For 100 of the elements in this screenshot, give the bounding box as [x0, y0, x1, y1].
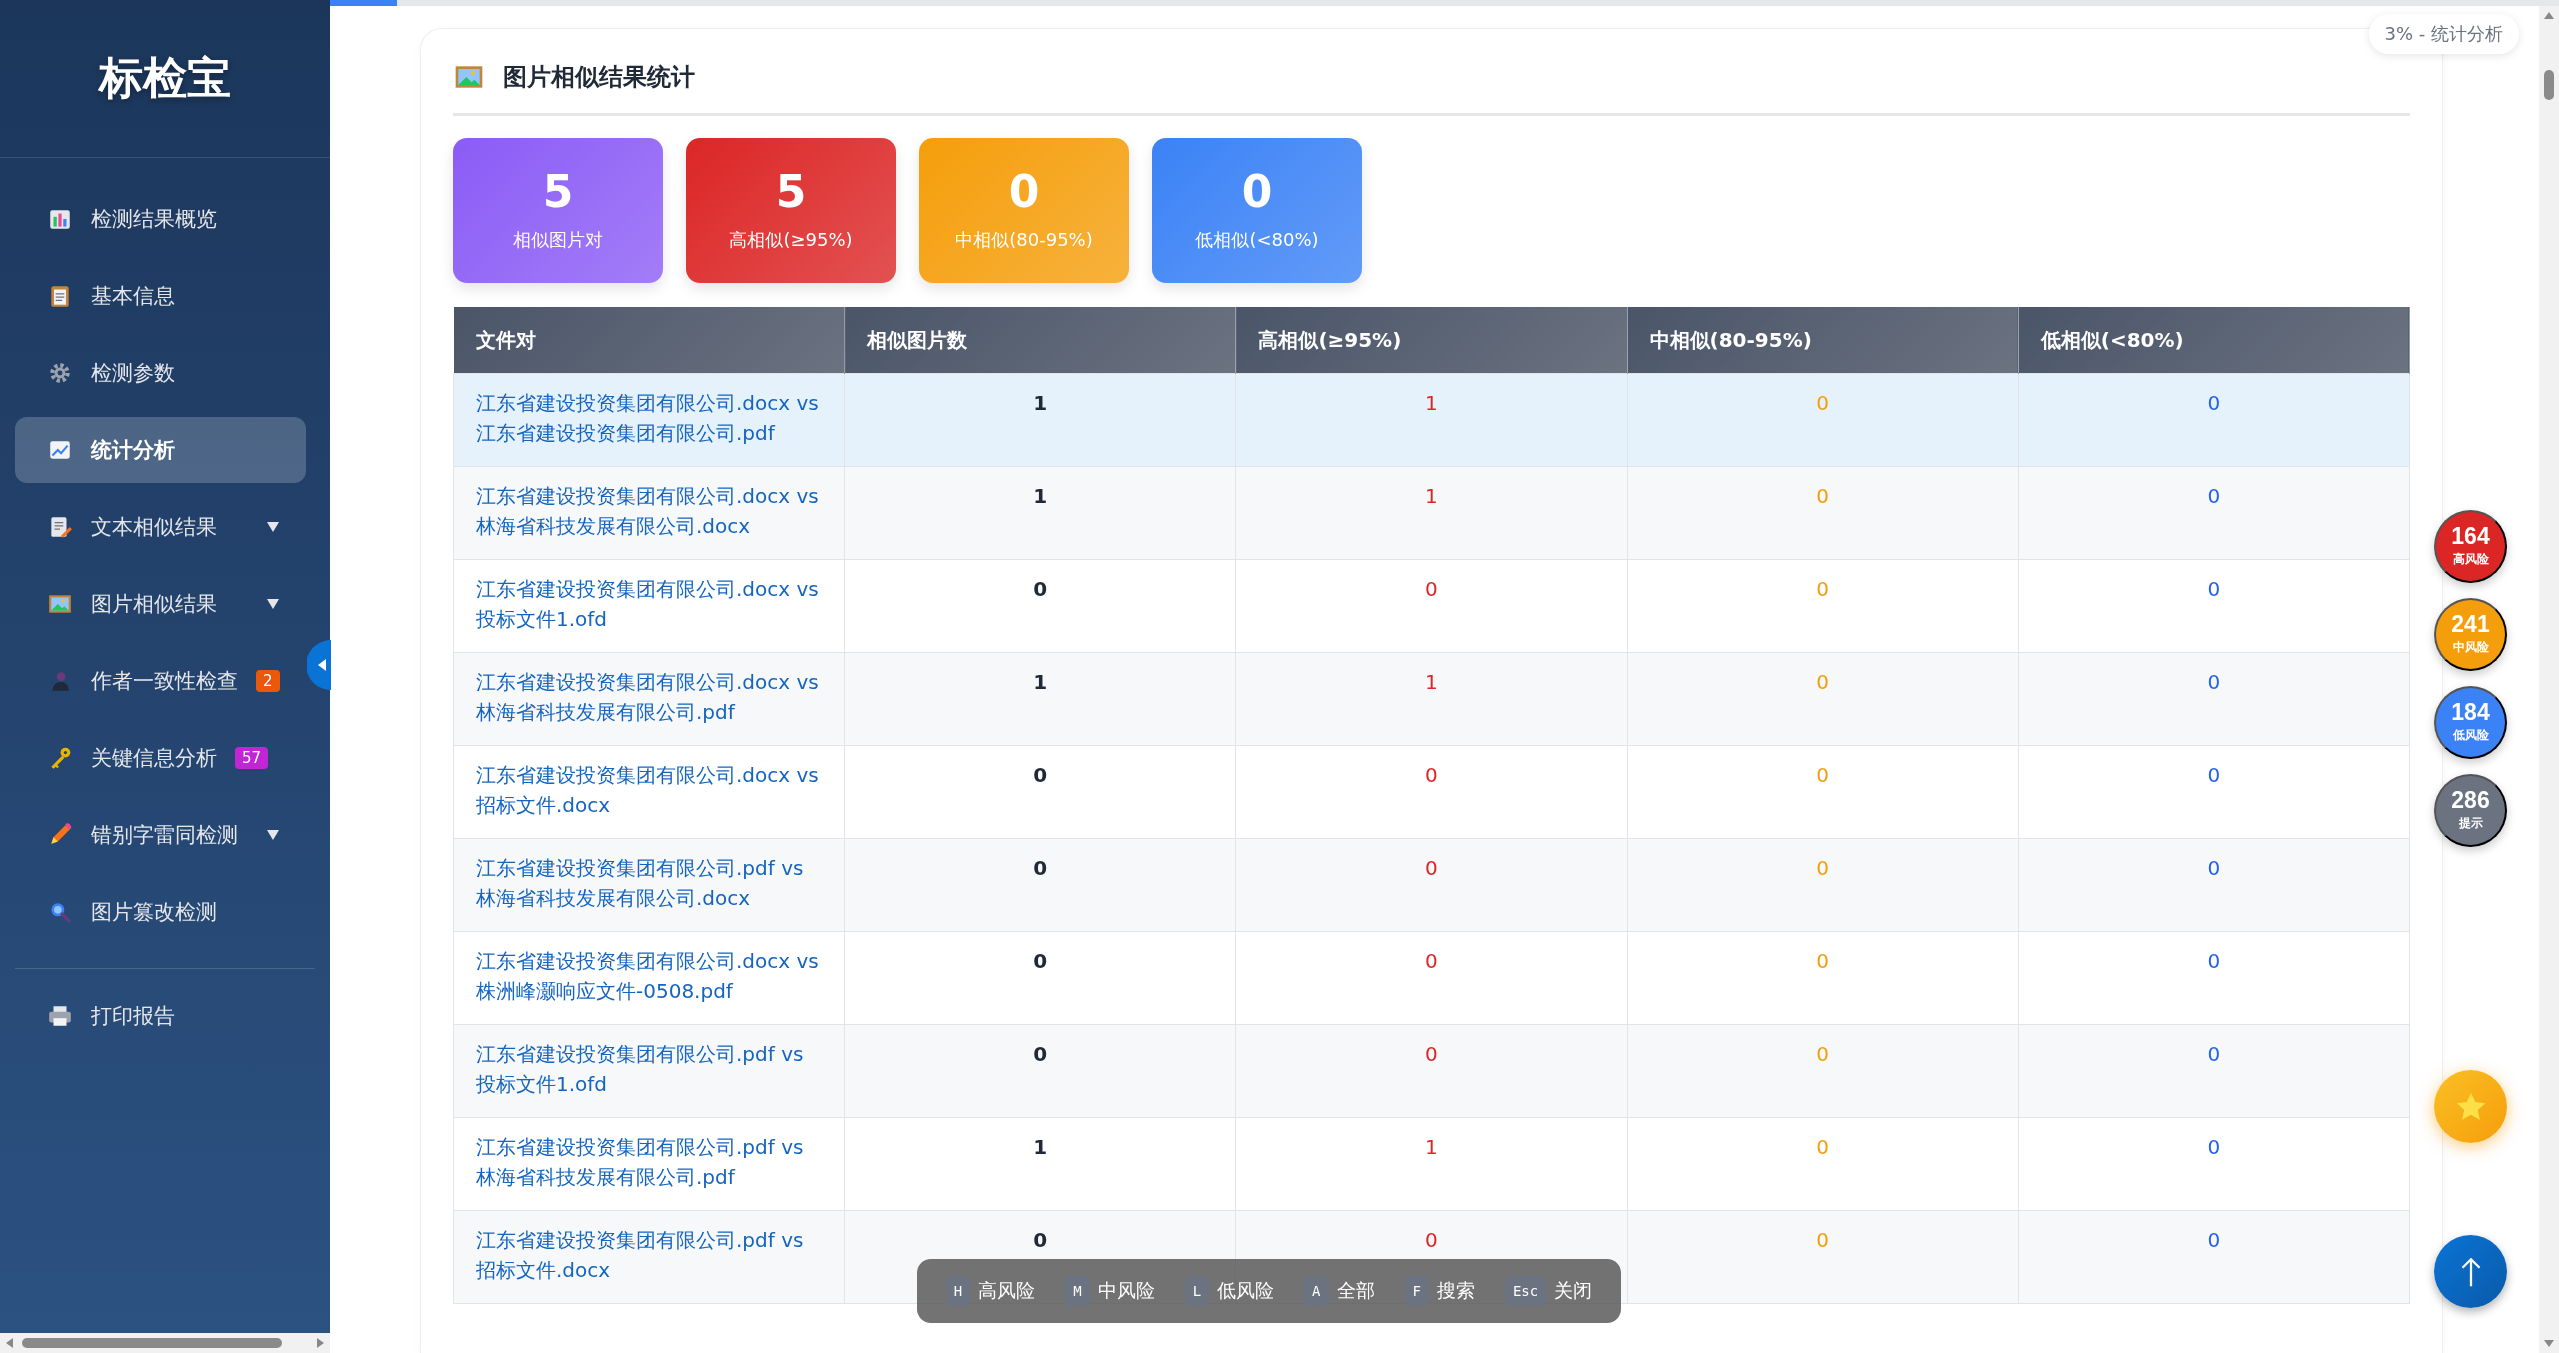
sidebar-item-label: 关键信息分析: [91, 745, 217, 772]
table-cell: 0: [2018, 745, 2410, 839]
sidebar-item[interactable]: 打印报告: [15, 983, 306, 1049]
table-cell: 1: [1235, 652, 1628, 746]
file-pair-link[interactable]: 江东省建设投资集团有限公司.pdf vs 招标文件.docx: [453, 1210, 845, 1304]
file-pair-link[interactable]: 江东省建设投资集团有限公司.pdf vs 林海省科技发展有限公司.pdf: [453, 1117, 845, 1211]
table-cell: 1: [1235, 466, 1628, 560]
sidebar-item[interactable]: 检测结果概览: [15, 186, 306, 252]
sidebar-item-label: 图片篡改检测: [91, 899, 217, 926]
scroll-top-button[interactable]: [2434, 1235, 2507, 1308]
table-cell: 0: [1235, 745, 1628, 839]
shortcut-key: M: [1065, 1276, 1090, 1306]
horizontal-scrollbar[interactable]: [0, 1333, 330, 1353]
file-pair-link[interactable]: 江东省建设投资集团有限公司.docx vs 江东省建设投资集团有限公司.pdf: [453, 373, 845, 467]
column-header: 低相似(<80%): [2018, 307, 2410, 374]
table-cell: 0: [2018, 1024, 2410, 1118]
table-cell: 1: [844, 373, 1236, 467]
shortcut-label: 中风险: [1097, 1278, 1155, 1303]
sidebar-item[interactable]: 检测参数: [15, 340, 306, 406]
favorite-button[interactable]: [2434, 1070, 2507, 1143]
table-cell: 0: [1627, 652, 2019, 746]
table-cell: 0: [2018, 838, 2410, 932]
table-cell: 0: [844, 745, 1236, 839]
scroll-left-arrow-icon[interactable]: [4, 1337, 16, 1349]
scroll-right-arrow-icon[interactable]: [314, 1337, 326, 1349]
file-pair-link[interactable]: 江东省建设投资集团有限公司.docx vs 招标文件.docx: [453, 745, 845, 839]
risk-counter-button[interactable]: 164 高风险: [2434, 510, 2507, 583]
risk-counter-button[interactable]: 184 低风险: [2434, 686, 2507, 759]
printer-icon: [47, 1003, 73, 1029]
table-cell: 0: [1235, 838, 1628, 932]
table-cell: 0: [844, 1024, 1236, 1118]
sidebar-item[interactable]: 基本信息: [15, 263, 306, 329]
table-cell: 0: [2018, 931, 2410, 1025]
shortcut-label: 搜索: [1436, 1278, 1475, 1303]
stat-value: 0: [1008, 169, 1040, 214]
file-pair-link[interactable]: 江东省建设投资集团有限公司.docx vs 林海省科技发展有限公司.docx: [453, 466, 845, 560]
stat-value: 5: [775, 169, 807, 214]
sidebar-item-label: 统计分析: [91, 437, 175, 464]
sidebar-item-label: 文本相似结果: [91, 514, 217, 541]
table-cell: 0: [844, 931, 1236, 1025]
sidebar-item[interactable]: 错别字雷同检测: [15, 802, 306, 868]
sidebar-item[interactable]: 文本相似结果: [15, 494, 306, 560]
table-cell: 0: [1627, 559, 2019, 653]
stat-value: 5: [542, 169, 574, 214]
table-cell: 1: [844, 1117, 1236, 1211]
shortcut-key: L: [1184, 1276, 1210, 1306]
count-badge: 2: [256, 670, 280, 692]
column-header: 文件对: [453, 307, 845, 374]
scroll-up-arrow-icon[interactable]: [2543, 10, 2555, 22]
table-cell: 1: [844, 652, 1236, 746]
stat-label: 相似图片对: [513, 227, 603, 252]
table-cell: 0: [844, 559, 1236, 653]
table-cell: 0: [2018, 652, 2410, 746]
sidebar-item[interactable]: 作者一致性检查 2: [15, 648, 306, 714]
table-cell: 0: [1627, 1024, 2019, 1118]
table-cell: 0: [1627, 466, 2019, 560]
scrollbar-thumb[interactable]: [2544, 70, 2554, 100]
stat-label: 高相似(≥95%): [729, 227, 853, 252]
shortcut-label: 高风险: [978, 1278, 1036, 1303]
sidebar-item[interactable]: 统计分析: [15, 417, 306, 483]
stat-label: 低相似(<80%): [1195, 227, 1319, 252]
count-badge: 57: [235, 747, 269, 769]
table-cell: 0: [1627, 838, 2019, 932]
table-cell: 0: [1235, 559, 1628, 653]
table-cell: 0: [1627, 745, 2019, 839]
column-header: 中相似(80-95%): [1627, 307, 2019, 374]
stat-value: 0: [1241, 169, 1273, 214]
table-cell: 0: [1627, 931, 2019, 1025]
shortcut-label: 关闭: [1554, 1278, 1593, 1303]
table-cell: 0: [2018, 373, 2410, 467]
file-pair-link[interactable]: 江东省建设投资集团有限公司.docx vs 株洲峰灏响应文件-0508.pdf: [453, 931, 845, 1025]
table-cell: 0: [2018, 466, 2410, 560]
sidebar-item[interactable]: 关键信息分析 57: [15, 725, 306, 791]
shortcut-key: F: [1404, 1276, 1429, 1306]
file-pair-link[interactable]: 江东省建设投资集团有限公司.docx vs 投标文件1.ofd: [453, 559, 845, 653]
scrollbar-thumb[interactable]: [22, 1338, 282, 1348]
file-pair-link[interactable]: 江东省建设投资集团有限公司.pdf vs 林海省科技发展有限公司.docx: [453, 838, 845, 932]
sidebar-item[interactable]: 图片篡改检测: [15, 879, 306, 945]
table-cell: 0: [1627, 1117, 2019, 1211]
file-pair-link[interactable]: 江东省建设投资集团有限公司.docx vs 林海省科技发展有限公司.pdf: [453, 652, 845, 746]
table-cell: 0: [2018, 559, 2410, 653]
vertical-scrollbar[interactable]: [2539, 6, 2559, 1353]
collapse-toggle-icon[interactable]: [307, 640, 331, 690]
sidebar-item-label: 作者一致性检查: [91, 668, 238, 695]
menu-item-icon: [47, 360, 73, 386]
shortcut-key: H: [945, 1276, 971, 1306]
progress-label: 3% - 统计分析: [2368, 14, 2519, 54]
shortcut-key: A: [1304, 1276, 1329, 1306]
sidebar-item[interactable]: 图片相似结果: [15, 571, 306, 637]
sidebar-item-label: 图片相似结果: [91, 591, 217, 618]
scroll-down-arrow-icon[interactable]: [2543, 1337, 2555, 1349]
sidebar-item-label: 检测参数: [91, 360, 175, 387]
table-cell: 0: [1235, 1024, 1628, 1118]
file-pair-link[interactable]: 江东省建设投资集团有限公司.pdf vs 投标文件1.ofd: [453, 1024, 845, 1118]
sidebar-item-label: 基本信息: [91, 283, 175, 310]
table-cell: 0: [1627, 1210, 2019, 1304]
risk-counter-button[interactable]: 286 提示: [2434, 774, 2507, 847]
table-cell: 0: [2018, 1117, 2410, 1211]
column-header: 相似图片数: [844, 307, 1236, 374]
sidebar-item-label: 检测结果概览: [91, 206, 217, 233]
